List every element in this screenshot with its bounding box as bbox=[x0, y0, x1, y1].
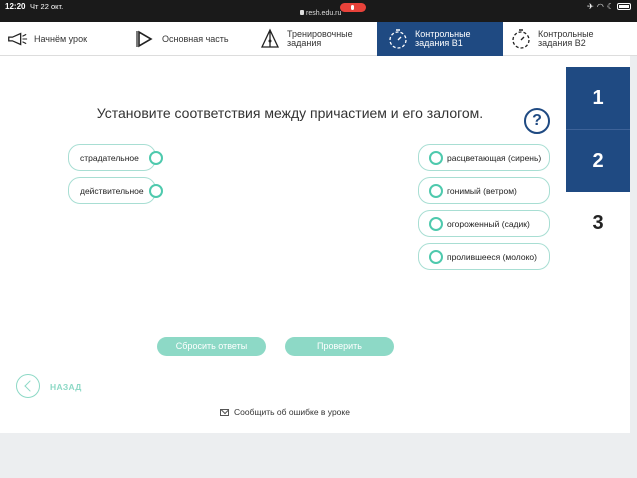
address-bar[interactable]: resh.edu.ru bbox=[300, 10, 341, 17]
match-item-right[interactable]: гонимый (ветром) bbox=[418, 177, 550, 204]
nav-training-tasks[interactable]: Тренировочные задания bbox=[259, 22, 374, 56]
connector-dot[interactable] bbox=[149, 184, 163, 198]
match-item-right[interactable]: пролившееся (молоко) bbox=[418, 243, 550, 270]
moon-icon: ☾ bbox=[606, 2, 614, 11]
step-1[interactable]: 1 bbox=[566, 67, 630, 129]
task-panel: Установите соответствия между причастием… bbox=[0, 56, 630, 433]
match-item-label: пролившееся (молоко) bbox=[447, 251, 537, 262]
connector-dot[interactable] bbox=[429, 250, 443, 264]
connector-dot[interactable] bbox=[149, 151, 163, 165]
report-error-link[interactable]: Сообщить об ошибке в уроке bbox=[220, 407, 350, 417]
nav-label: Контрольные задания В1 bbox=[415, 29, 471, 48]
back-arrow-icon[interactable] bbox=[16, 374, 40, 398]
check-button[interactable]: Проверить bbox=[285, 337, 394, 356]
lesson-nav: Начнём урок Основная часть Тренировочные… bbox=[0, 22, 637, 56]
status-time: 12:20 bbox=[5, 2, 26, 11]
status-date: Чт 22 окт. bbox=[30, 2, 64, 11]
match-item-label: гонимый (ветром) bbox=[447, 185, 517, 196]
stopwatch-icon bbox=[510, 28, 532, 50]
nav-start-lesson[interactable]: Начнём урок bbox=[6, 22, 126, 56]
match-item-label: огороженный (садик) bbox=[447, 218, 530, 229]
mail-icon bbox=[220, 408, 229, 416]
megaphone-icon bbox=[6, 28, 28, 50]
match-item-label: действительное bbox=[80, 185, 144, 196]
nav-main-part[interactable]: Основная часть bbox=[134, 22, 254, 56]
reset-answers-button[interactable]: Сбросить ответы bbox=[157, 337, 266, 356]
match-item-label: расцветающая (сирень) bbox=[447, 152, 542, 163]
status-bar: 12:20 Чт 22 окт. resh.edu.ru ✈ ◠ ☾ bbox=[0, 0, 637, 22]
task-title: Установите соответствия между причастием… bbox=[96, 105, 484, 121]
nav-label: Основная часть bbox=[162, 33, 229, 44]
nav-control-tasks-b2[interactable]: Контрольные задания В2 bbox=[510, 22, 630, 56]
connector-dot[interactable] bbox=[429, 151, 443, 165]
microphone-icon bbox=[340, 3, 366, 12]
battery-icon bbox=[617, 3, 631, 10]
help-button[interactable]: ? bbox=[524, 108, 550, 134]
match-item-left[interactable]: страдательное bbox=[68, 144, 163, 171]
match-item-right[interactable]: огороженный (садик) bbox=[418, 210, 550, 237]
stopwatch-icon bbox=[387, 28, 409, 50]
connector-dot[interactable] bbox=[429, 217, 443, 231]
nav-label: Контрольные задания В2 bbox=[538, 29, 594, 48]
status-icons: ✈ ◠ ☾ bbox=[587, 2, 631, 11]
url-text: resh.edu.ru bbox=[306, 10, 342, 17]
step-3[interactable]: 3 bbox=[566, 192, 630, 254]
pyramid-icon bbox=[259, 28, 281, 50]
back-button[interactable]: НАЗАД bbox=[50, 382, 82, 392]
step-2[interactable]: 2 bbox=[566, 130, 630, 192]
connector-dot[interactable] bbox=[429, 184, 443, 198]
nav-label: Начнём урок bbox=[34, 33, 88, 44]
wifi-icon: ◠ bbox=[596, 2, 604, 11]
lock-icon bbox=[300, 10, 304, 15]
nav-control-tasks-b1[interactable]: Контрольные задания В1 bbox=[377, 22, 503, 56]
play-icon bbox=[134, 28, 156, 50]
match-item-left[interactable]: действительное bbox=[68, 177, 163, 204]
airplane-icon: ✈ bbox=[587, 2, 594, 11]
nav-label: Тренировочные задания bbox=[287, 29, 353, 48]
report-label: Сообщить об ошибке в уроке bbox=[234, 407, 350, 417]
match-item-label: страдательное bbox=[80, 152, 139, 163]
match-item-right[interactable]: расцветающая (сирень) bbox=[418, 144, 550, 171]
